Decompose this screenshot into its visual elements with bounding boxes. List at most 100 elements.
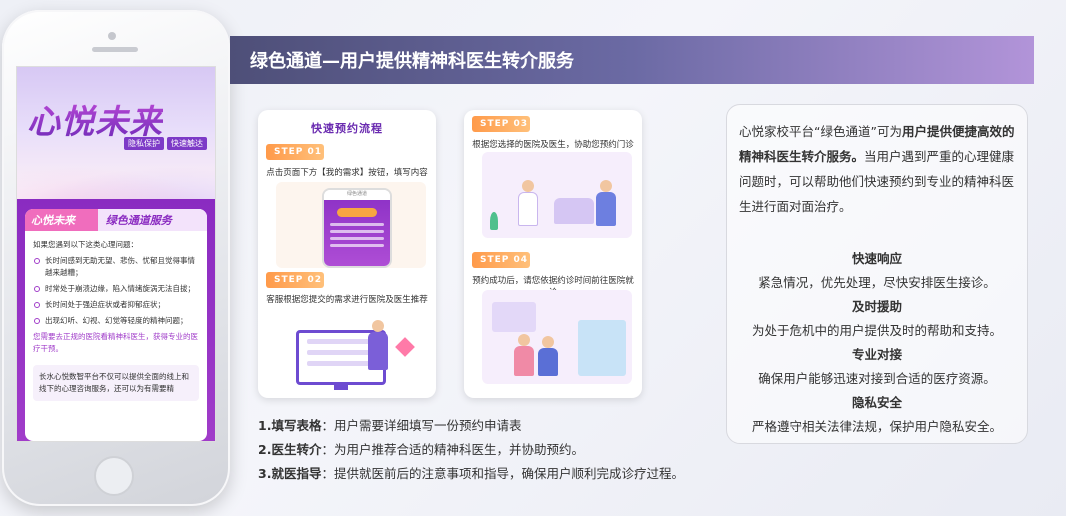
companion-head-icon bbox=[542, 336, 554, 348]
step-badge-4: STEP 04 bbox=[472, 252, 530, 268]
brand-logo: 心悦未来 bbox=[27, 95, 163, 143]
feature-desc: 严格遵守相关法律法规，保护用户隐私安全。 bbox=[751, 419, 1002, 434]
phone-camera bbox=[108, 32, 116, 40]
process-card-1: 快速预约流程 STEP 01 点击页面下方【我的需求】按钮，填写内容 绿色通道 … bbox=[258, 110, 436, 398]
patient-body-icon bbox=[596, 192, 616, 226]
mini-phone-icon: 绿色通道 bbox=[322, 188, 392, 268]
list-item: 长时间处于强迫症状或者抑郁症状； bbox=[33, 299, 199, 311]
feature-title: 及时援助 bbox=[851, 299, 902, 314]
service-card-body: 如果您遇到以下这类心理问题： 长时间感到无助无望、悲伤、忧郁且觉得事情越来越糟；… bbox=[25, 231, 207, 409]
monitor-row bbox=[307, 350, 375, 355]
monitor-row bbox=[307, 339, 375, 344]
step2-illustration bbox=[276, 310, 426, 390]
mini-phone-body bbox=[324, 200, 390, 266]
list-item-text: 长时间处于强迫症状或者抑郁症状； bbox=[45, 300, 165, 309]
summary-num: 2. bbox=[258, 442, 272, 457]
page-title: 绿色通道—用户提供精神科医生转介服务 bbox=[250, 51, 574, 72]
service-card-header: 心悦未来 绿色通道服务 bbox=[25, 209, 207, 231]
desk-icon bbox=[554, 198, 594, 224]
summary-title: 填写表格 bbox=[271, 418, 322, 433]
list-item: 时常处于崩溃边缘，陷入情绪旋涡无法自拔； bbox=[33, 283, 199, 295]
heart-icon bbox=[395, 337, 415, 357]
section-header: 绿色通道—用户提供精神科医生转介服务 bbox=[230, 36, 1034, 84]
hero-tags: 隐私保护 快速触达 bbox=[124, 137, 207, 150]
step-text-2: 客服根据您提交的需求进行医院及医生推荐 bbox=[266, 295, 428, 305]
feature-title: 专业对接 bbox=[851, 347, 902, 362]
steps-summary: 1.填写表格：用户需要详细填写一份预约申请表 2.医生转介：为用户推荐合适的精神… bbox=[258, 414, 728, 486]
bullet-icon bbox=[34, 286, 40, 292]
step3-illustration bbox=[482, 152, 632, 238]
service-tail: 长水心悦数智平台不仅可以提供全面的线上和线下的心理咨询服务，还可以为有需要精 bbox=[33, 365, 199, 401]
phone-screen: 心悦未来 隐私保护 快速触达 心悦未来 绿色通道服务 如果您遇到以下这类心理问题… bbox=[16, 66, 216, 442]
step-badge-1: STEP 01 bbox=[266, 144, 324, 160]
hero-banner: 心悦未来 隐私保护 快速触达 bbox=[17, 67, 215, 207]
summary-item-1: 1.填写表格：用户需要详细填写一份预约申请表 bbox=[258, 414, 728, 438]
phone-home-button bbox=[94, 456, 134, 496]
phone-speaker bbox=[92, 47, 138, 52]
feature-list: 快速响应 紧急情况，优先处理，尽快安排医生接诊。 及时援助 为处于危机中的用户提… bbox=[739, 247, 1015, 439]
step-text-1: 点击页面下方【我的需求】按钮，填写内容 bbox=[266, 168, 428, 178]
mini-phone-title: 绿色通道 bbox=[324, 190, 390, 200]
summary-title: 就医指导 bbox=[271, 466, 322, 481]
summary-num: 3. bbox=[258, 466, 272, 481]
reception-desk-icon bbox=[578, 320, 626, 376]
feature-desc: 确保用户能够迅速对接到合适的医疗资源。 bbox=[758, 371, 996, 386]
feature-desc: 紧急情况，优先处理，尽快安排医生接诊。 bbox=[758, 275, 996, 290]
info-intro-pre: 心悦家校平台“绿色通道”可为 bbox=[739, 124, 902, 139]
doctor-body-icon bbox=[518, 192, 538, 226]
feature-title: 快速响应 bbox=[851, 251, 902, 266]
service-intro: 如果您遇到以下这类心理问题： bbox=[33, 240, 138, 249]
doctor-head-icon bbox=[522, 180, 534, 192]
info-intro: 心悦家校平台“绿色通道”可为用户提供便捷高效的精神科医生转介服务。当用户遇到严重… bbox=[739, 119, 1015, 219]
mini-phone-line bbox=[330, 244, 384, 247]
summary-desc: ：为用户推荐合适的精神科医生，并协助预约。 bbox=[321, 442, 584, 457]
patient-head-icon bbox=[518, 334, 530, 346]
tag-fast: 快速触达 bbox=[167, 137, 207, 150]
bullet-icon bbox=[34, 302, 40, 308]
service-card: 心悦未来 绿色通道服务 如果您遇到以下这类心理问题： 长时间感到无助无望、悲伤、… bbox=[25, 209, 207, 441]
step-badge-3: STEP 03 bbox=[472, 116, 530, 132]
tag-privacy: 隐私保护 bbox=[124, 137, 164, 150]
patient-head-icon bbox=[600, 180, 612, 192]
mini-phone-line bbox=[330, 223, 384, 226]
summary-num: 1. bbox=[258, 418, 272, 433]
window-icon bbox=[492, 302, 536, 332]
phone-mockup: 心悦未来 隐私保护 快速触达 心悦未来 绿色通道服务 如果您遇到以下这类心理问题… bbox=[2, 10, 230, 506]
companion-body-icon bbox=[538, 348, 558, 376]
summary-title: 医生转介 bbox=[271, 442, 322, 457]
feature-title: 隐私安全 bbox=[851, 395, 902, 410]
list-item-text: 出现幻听、幻视、幻觉等轻度的精神问题； bbox=[45, 316, 188, 325]
feature-desc: 为处于危机中的用户提供及时的帮助和支持。 bbox=[751, 323, 1002, 338]
list-item-text: 长时间感到无助无望、悲伤、忧郁且觉得事情越来越糟； bbox=[45, 256, 195, 277]
step-text-3: 根据您选择的医院及医生，协助您预约门诊 bbox=[472, 140, 634, 150]
bullet-icon bbox=[34, 258, 40, 264]
step1-illustration: 绿色通道 bbox=[276, 182, 426, 268]
list-item: 长时间感到无助无望、悲伤、忧郁且觉得事情越来越糟； bbox=[33, 255, 199, 279]
patient-body-icon bbox=[514, 346, 534, 376]
list-item: 出现幻听、幻视、幻觉等轻度的精神问题； bbox=[33, 315, 199, 327]
list-item-text: 时常处于崩溃边缘，陷入情绪旋涡无法自拔； bbox=[45, 284, 195, 293]
info-panel: 心悦家校平台“绿色通道”可为用户提供便捷高效的精神科医生转介服务。当用户遇到严重… bbox=[726, 104, 1028, 444]
symptom-list: 长时间感到无助无望、悲伤、忧郁且觉得事情越来越糟； 时常处于崩溃边缘，陷入情绪旋… bbox=[33, 255, 199, 327]
monitor-stand-icon bbox=[334, 385, 348, 390]
service-card-brand: 心悦未来 bbox=[25, 209, 98, 231]
feature-item: 专业对接 确保用户能够迅速对接到合适的医疗资源。 bbox=[739, 343, 1015, 391]
summary-item-3: 3.就医指导：提供就医前后的注意事项和指导，确保用户顺利完成诊疗过程。 bbox=[258, 462, 728, 486]
plant-icon bbox=[490, 212, 498, 230]
process-card-2: STEP 03 根据您选择的医院及医生，协助您预约门诊 STEP 04 预约成功… bbox=[464, 110, 642, 398]
summary-desc: ：用户需要详细填写一份预约申请表 bbox=[321, 418, 522, 433]
mini-phone-button bbox=[337, 208, 377, 217]
mini-phone-line bbox=[330, 237, 384, 240]
step4-illustration bbox=[482, 290, 632, 384]
service-card-title: 绿色通道服务 bbox=[97, 209, 207, 231]
bullet-icon bbox=[34, 318, 40, 324]
step-badge-2: STEP 02 bbox=[266, 272, 324, 288]
monitor-row bbox=[307, 361, 375, 366]
feature-item: 隐私安全 严格遵守相关法律法规，保护用户隐私安全。 bbox=[739, 391, 1015, 439]
service-advice: 您需要去正规的医院看精神科医生，获得专业的医疗干预。 bbox=[33, 332, 198, 353]
feature-item: 及时援助 为处于危机中的用户提供及时的帮助和支持。 bbox=[739, 295, 1015, 343]
person-head-icon bbox=[372, 320, 384, 332]
mini-phone-line bbox=[330, 230, 384, 233]
feature-item: 快速响应 紧急情况，优先处理，尽快安排医生接诊。 bbox=[739, 247, 1015, 295]
process-title: 快速预约流程 bbox=[311, 122, 383, 135]
